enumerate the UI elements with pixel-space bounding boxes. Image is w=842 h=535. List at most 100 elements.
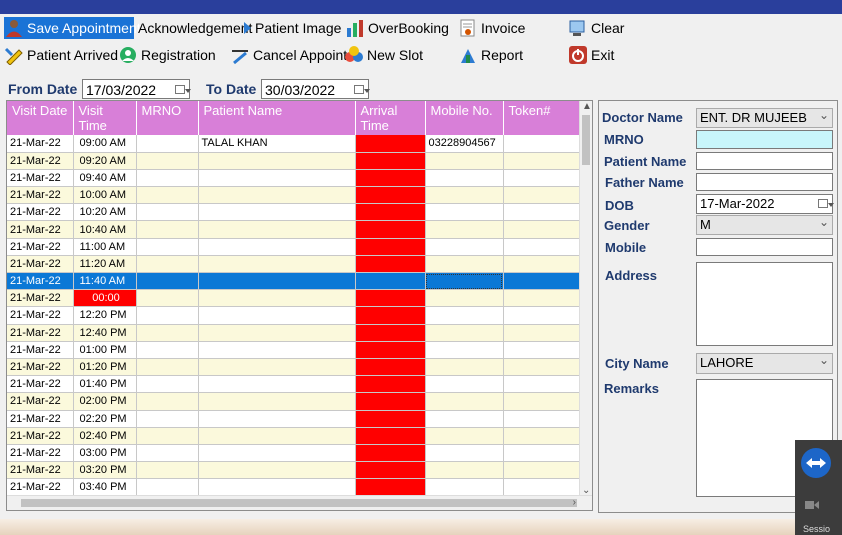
cell-name[interactable]	[198, 392, 356, 411]
appointment-row[interactable]: 21-Mar-22 03:20 PM	[7, 461, 581, 480]
horizontal-scrollbar[interactable]: ›	[7, 495, 592, 510]
column-header[interactable]: Arrival Time	[355, 101, 426, 135]
patient-image-button[interactable]: Patient Image	[244, 17, 341, 39]
cell-token[interactable]	[503, 461, 581, 480]
column-header[interactable]: Visit Date	[7, 101, 74, 135]
cell-mobile[interactable]	[425, 461, 504, 480]
from-date-picker[interactable]: 17/03/2022	[82, 79, 191, 99]
appointment-row[interactable]: 21-Mar-22 11:20 AM	[7, 255, 581, 274]
cell-arrival[interactable]	[355, 272, 426, 291]
cell-name[interactable]	[198, 203, 356, 222]
cell-arrival[interactable]	[355, 478, 426, 497]
cell-token[interactable]	[503, 135, 581, 153]
registration-button[interactable]: Registration	[118, 44, 216, 66]
cell-mobile[interactable]	[425, 186, 504, 205]
cell-time[interactable]: 02:00 PM	[73, 392, 137, 411]
report-button[interactable]: Report	[458, 44, 523, 66]
appointment-row[interactable]: 21-Mar-22 12:40 PM	[7, 324, 581, 342]
patient-arrived-button[interactable]: Patient Arrived	[4, 44, 118, 66]
cell-arrival[interactable]	[355, 169, 426, 188]
cell-token[interactable]	[503, 358, 581, 377]
mrno-input[interactable]	[696, 130, 833, 149]
cell-arrival[interactable]	[355, 444, 426, 463]
cell-mobile[interactable]: 03228904567	[425, 135, 504, 153]
calendar-dropdown-icon[interactable]	[175, 85, 191, 94]
appointment-row[interactable]: 21-Mar-22 09:00 AM TALAL KHAN 03228904567	[7, 135, 581, 153]
cell-mrno[interactable]	[136, 169, 199, 188]
cell-token[interactable]	[503, 324, 581, 342]
cell-token[interactable]	[503, 255, 581, 274]
cell-time[interactable]: 01:40 PM	[73, 375, 137, 394]
cell-name[interactable]	[198, 186, 356, 205]
mobile-input[interactable]	[696, 238, 833, 256]
patient-name-input[interactable]	[696, 152, 833, 170]
save-appointment-button[interactable]: Save Appointment	[4, 17, 141, 39]
cell-time[interactable]: 01:20 PM	[73, 358, 137, 377]
new-slot-button[interactable]: New Slot	[344, 44, 423, 66]
column-header[interactable]: MRNO	[136, 101, 199, 135]
cell-name[interactable]: TALAL KHAN	[198, 135, 356, 153]
cell-mrno[interactable]	[136, 324, 199, 342]
cell-date[interactable]: 21-Mar-22	[7, 444, 74, 463]
vertical-scrollbar[interactable]: ▲ ⌄	[579, 101, 592, 496]
cell-mrno[interactable]	[136, 238, 199, 256]
cell-mrno[interactable]	[136, 375, 199, 394]
appointment-row[interactable]: 21-Mar-22 02:20 PM	[7, 410, 581, 428]
cell-name[interactable]	[198, 410, 356, 428]
cell-mrno[interactable]	[136, 203, 199, 222]
cell-token[interactable]	[503, 375, 581, 394]
cell-mobile[interactable]	[425, 392, 504, 411]
cell-time[interactable]: 10:00 AM	[73, 186, 137, 205]
cell-mrno[interactable]	[136, 427, 199, 445]
cell-date[interactable]: 21-Mar-22	[7, 324, 74, 342]
vertical-scroll-thumb[interactable]	[582, 115, 590, 165]
cell-date[interactable]: 21-Mar-22	[7, 238, 74, 256]
cell-mrno[interactable]	[136, 478, 199, 497]
cell-arrival[interactable]	[355, 392, 426, 411]
horizontal-scroll-thumb[interactable]	[21, 499, 577, 507]
appointment-row[interactable]: 21-Mar-22 01:00 PM	[7, 341, 581, 359]
cell-token[interactable]	[503, 427, 581, 445]
cell-time[interactable]: 01:00 PM	[73, 341, 137, 359]
scroll-right-icon[interactable]: ›	[573, 497, 576, 508]
cell-time[interactable]: 02:20 PM	[73, 410, 137, 428]
appointment-row[interactable]: 21-Mar-22 03:40 PM	[7, 478, 581, 497]
cell-arrival[interactable]	[355, 135, 426, 153]
cell-name[interactable]	[198, 461, 356, 480]
cell-date[interactable]: 21-Mar-22	[7, 220, 74, 239]
cell-mobile[interactable]	[425, 478, 504, 497]
cell-token[interactable]	[503, 478, 581, 497]
cell-name[interactable]	[198, 444, 356, 463]
cell-mrno[interactable]	[136, 135, 199, 153]
cell-date[interactable]: 21-Mar-22	[7, 169, 74, 188]
cell-arrival[interactable]	[355, 358, 426, 377]
cell-date[interactable]: 21-Mar-22	[7, 375, 74, 394]
cell-token[interactable]	[503, 272, 581, 291]
cell-mobile[interactable]	[425, 203, 504, 222]
cell-name[interactable]	[198, 341, 356, 359]
cell-mrno[interactable]	[136, 358, 199, 377]
cell-time[interactable]: 03:20 PM	[73, 461, 137, 480]
cell-name[interactable]	[198, 375, 356, 394]
acknowledgement-button[interactable]: Acknowledgement	[138, 17, 252, 39]
appointment-row[interactable]: 21-Mar-22 11:40 AM	[7, 272, 581, 291]
cell-name[interactable]	[198, 220, 356, 239]
cell-mrno[interactable]	[136, 152, 199, 170]
cell-date[interactable]: 21-Mar-22	[7, 306, 74, 325]
cell-name[interactable]	[198, 238, 356, 256]
cell-mrno[interactable]	[136, 461, 199, 480]
cell-token[interactable]	[503, 444, 581, 463]
cell-time[interactable]: 12:20 PM	[73, 306, 137, 325]
column-header[interactable]: Patient Name	[198, 101, 356, 135]
cell-time[interactable]: 12:40 PM	[73, 324, 137, 342]
cell-mobile[interactable]	[425, 410, 504, 428]
cell-time[interactable]: 10:20 AM	[73, 203, 137, 222]
cell-name[interactable]	[198, 169, 356, 188]
cell-mobile[interactable]	[425, 289, 504, 308]
cell-arrival[interactable]	[355, 255, 426, 274]
cell-mrno[interactable]	[136, 186, 199, 205]
cell-name[interactable]	[198, 289, 356, 308]
cell-token[interactable]	[503, 186, 581, 205]
cell-mobile[interactable]	[425, 238, 504, 256]
cell-token[interactable]	[503, 289, 581, 308]
